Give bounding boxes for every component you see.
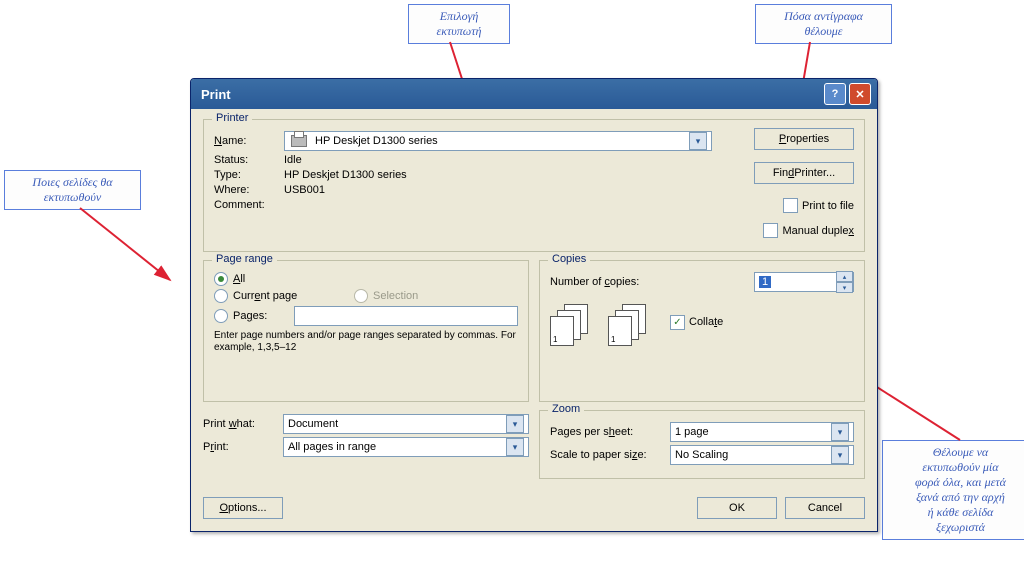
copies-group: Copies Number of copies: 1 ▴▾ 3 2 xyxy=(539,260,865,402)
type-value: HP Deskjet D1300 series xyxy=(284,169,407,181)
zoom-group: Zoom Pages per sheet: 1 page▾ Scale to p… xyxy=(539,410,865,479)
printer-icon xyxy=(289,133,309,149)
page-range-legend: Page range xyxy=(212,253,277,265)
printer-group: Printer Name: HP Deskjet D1300 series ▾ … xyxy=(203,119,865,252)
manual-duplex-checkbox[interactable]: Manual duplex xyxy=(763,223,854,238)
zoom-legend: Zoom xyxy=(548,403,584,415)
ok-button[interactable]: OK xyxy=(697,497,777,519)
callout-copies: Πόσα αντίγραφαθέλουμε xyxy=(755,4,892,44)
help-button[interactable]: ? xyxy=(824,83,846,105)
dialog-title: Print xyxy=(197,87,821,102)
chevron-down-icon: ▾ xyxy=(831,446,849,464)
printer-name-select[interactable]: HP Deskjet D1300 series ▾ xyxy=(284,131,712,151)
copies-legend: Copies xyxy=(548,253,590,265)
print-dialog: Print ? ✕ Printer Name: HP Deskjet D1300… xyxy=(190,78,878,532)
num-copies-value: 1 xyxy=(759,276,771,288)
chevron-down-icon: ▾ xyxy=(689,132,707,150)
titlebar: Print ? ✕ xyxy=(191,79,877,109)
comment-label: Comment: xyxy=(214,199,284,211)
status-value: Idle xyxy=(284,154,302,166)
name-label: Name: xyxy=(214,135,284,147)
scale-select[interactable]: No Scaling▾ xyxy=(670,445,854,465)
chevron-down-icon: ▾ xyxy=(831,423,849,441)
radio-selection: Selection xyxy=(354,289,418,303)
num-copies-spinner[interactable]: 1 ▴▾ xyxy=(754,272,854,292)
radio-pages[interactable]: Pages: xyxy=(214,309,294,323)
chevron-down-icon: ▾ xyxy=(506,438,524,456)
spin-down-icon[interactable]: ▾ xyxy=(837,282,853,293)
status-label: Status: xyxy=(214,154,284,166)
properties-button[interactable]: Properties xyxy=(754,128,854,150)
print-select[interactable]: All pages in range▾ xyxy=(283,437,529,457)
collate-illustration: 3 2 1 3 2 1 xyxy=(550,304,650,346)
radio-all[interactable]: All xyxy=(214,272,518,286)
page-range-group: Page range All Current page Selection Pa… xyxy=(203,260,529,402)
where-value: USB001 xyxy=(284,184,325,196)
printer-legend: Printer xyxy=(212,112,252,124)
find-printer-button[interactable]: Find Printer... xyxy=(754,162,854,184)
pages-textbox[interactable] xyxy=(294,306,518,326)
printer-name-value: HP Deskjet D1300 series xyxy=(315,135,438,147)
cancel-button[interactable]: Cancel xyxy=(785,497,865,519)
callout-printer-selection: Επιλογήεκτυπωτή xyxy=(408,4,510,44)
pps-label: Pages per sheet: xyxy=(550,426,670,438)
num-copies-label: Number of copies: xyxy=(550,276,754,288)
page-range-hint: Enter page numbers and/or page ranges se… xyxy=(214,330,518,354)
pps-select[interactable]: 1 page▾ xyxy=(670,422,854,442)
collate-checkbox[interactable]: ✓Collate xyxy=(670,315,723,330)
spin-up-icon[interactable]: ▴ xyxy=(837,271,853,282)
options-button[interactable]: Options... xyxy=(203,497,283,519)
radio-current-page[interactable]: Current page xyxy=(214,289,354,303)
type-label: Type: xyxy=(214,169,284,181)
chevron-down-icon: ▾ xyxy=(506,415,524,433)
close-button[interactable]: ✕ xyxy=(849,83,871,105)
callout-pages: Ποιες σελίδες θαεκτυπωθούν xyxy=(4,170,141,210)
where-label: Where: xyxy=(214,184,284,196)
scale-label: Scale to paper size: xyxy=(550,449,670,461)
print-label: Print: xyxy=(203,441,283,453)
print-what-label: Print what: xyxy=(203,418,283,430)
print-what-select[interactable]: Document▾ xyxy=(283,414,529,434)
print-to-file-checkbox[interactable]: Print to file xyxy=(783,198,854,213)
callout-collate: Θέλουμε ναεκτυπωθούν μίαφορά όλα, και με… xyxy=(882,440,1024,540)
